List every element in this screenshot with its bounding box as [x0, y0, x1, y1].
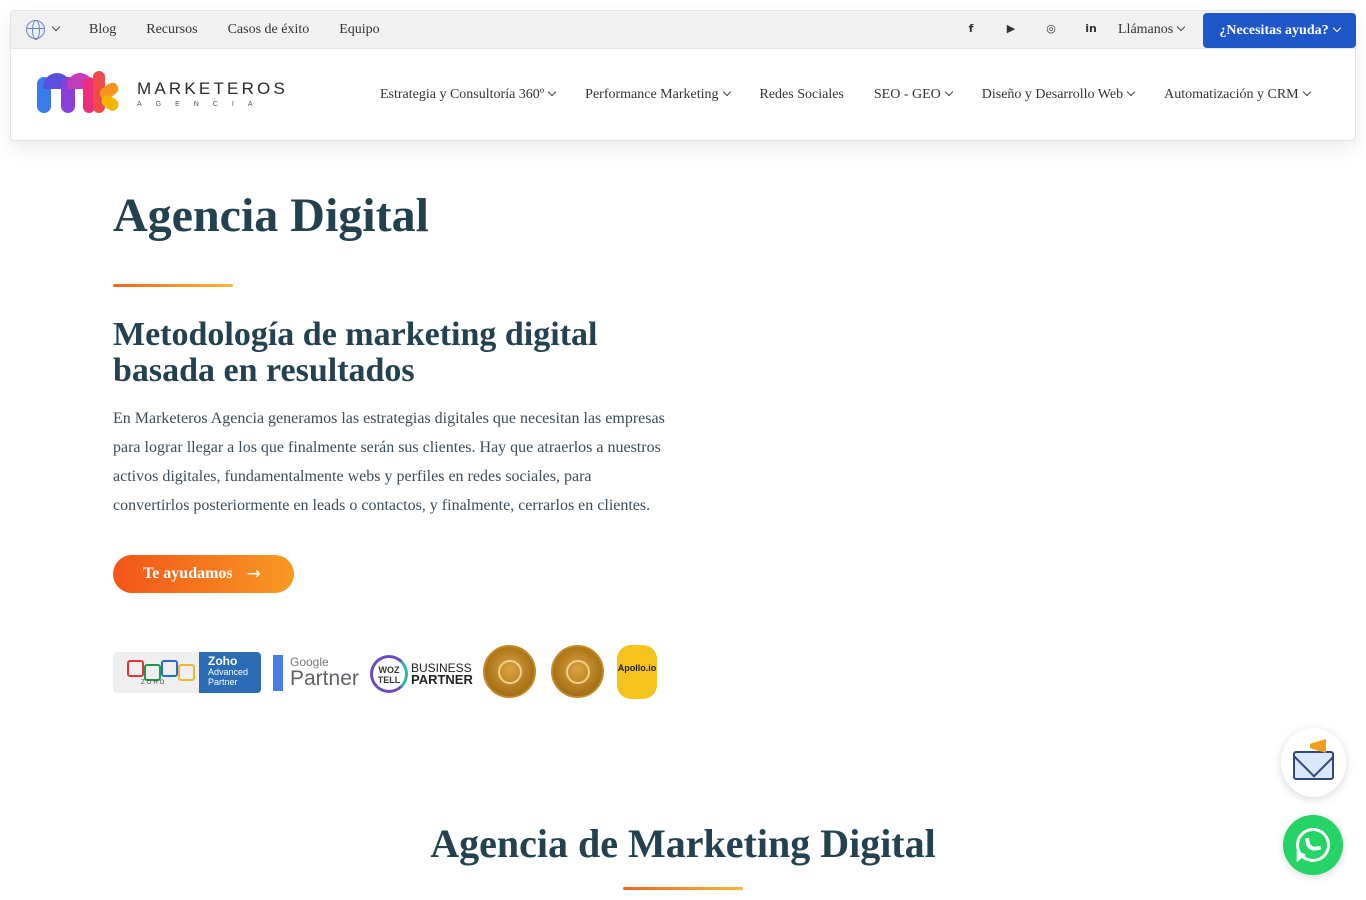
nav-estrategia-label: Estrategia y Consultoría 360º	[380, 87, 545, 102]
nav-redes-label: Redes Sociales	[759, 87, 844, 102]
google-line2: Partner	[290, 667, 359, 690]
brand-sub: AGENCIA	[137, 100, 267, 108]
brand-text: MARKETEROS AGENCIA	[137, 79, 288, 108]
chevron-down-icon	[547, 87, 557, 97]
award-seal-2	[551, 645, 604, 698]
linkedin-icon[interactable]: in	[1071, 22, 1111, 35]
chevron-down-icon	[944, 87, 954, 97]
top-bar: Blog Recursos Casos de éxito Equipo f ▶ …	[11, 11, 1356, 49]
nav-estrategia[interactable]: Estrategia y Consultoría 360º	[380, 87, 557, 103]
zoho-title: Zoho	[208, 654, 238, 668]
google-partner-badge: Google Partner	[273, 655, 359, 691]
nav-performance[interactable]: Performance Marketing	[585, 87, 731, 103]
chevron-down-icon	[722, 87, 731, 97]
brand-name: MARKETEROS	[137, 78, 289, 98]
site-header: Blog Recursos Casos de éxito Equipo f ▶ …	[10, 10, 1356, 141]
call-menu[interactable]: Llámanos	[1118, 22, 1186, 38]
site-logo[interactable]: MARKETEROS AGENCIA	[35, 71, 288, 115]
nav-diseno-label: Diseño y Desarrollo Web	[981, 87, 1124, 102]
chevron-down-icon	[1302, 87, 1311, 97]
chevron-down-icon	[51, 22, 61, 31]
top-nav-equipo[interactable]: Equipo	[339, 22, 379, 38]
instagram-icon[interactable]: ◎	[1031, 22, 1071, 35]
nav-seo-geo[interactable]: SEO - GEO	[873, 87, 954, 103]
apollo-partner-badge: Apollo.io	[617, 645, 657, 699]
award-seal-1	[483, 645, 536, 698]
nav-automatizacion-label: Automatización y CRM	[1164, 87, 1299, 102]
envelope-icon	[1293, 751, 1334, 780]
nav-seo-label: SEO - GEO	[873, 87, 941, 102]
cta-label: Te ayudamos	[143, 565, 233, 582]
woztell-partner-badge: WOZ TELL BUSINESS PARTNER	[370, 655, 473, 693]
chevron-down-icon	[1126, 87, 1136, 97]
zoho-line2: Advanced	[208, 667, 249, 677]
zoho-partner-badge: ZOHO Zoho Advanced Partner	[113, 652, 261, 693]
title-underline	[113, 284, 233, 287]
help-button[interactable]: ¿Necesitas ayuda?	[1203, 13, 1356, 48]
nav-performance-label: Performance Marketing	[585, 87, 719, 102]
section-title-underline	[623, 887, 743, 890]
hero-paragraph: En Marketeros Agencia generamos las estr…	[113, 410, 665, 514]
globe-icon	[26, 20, 45, 40]
top-nav-casos[interactable]: Casos de éxito	[228, 22, 310, 38]
newsletter-button[interactable]	[1281, 728, 1346, 797]
mk-logo-mark	[35, 71, 121, 115]
whatsapp-button[interactable]	[1283, 815, 1343, 875]
language-selector[interactable]	[26, 20, 61, 40]
woztell-logo: WOZ TELL	[370, 655, 408, 693]
arrow-right-icon: →	[246, 564, 261, 584]
top-nav: Blog Recursos Casos de éxito Equipo	[89, 22, 410, 38]
hero-subtitle: Metodología de marketing digital basada …	[113, 316, 598, 389]
chevron-down-icon	[1332, 23, 1341, 32]
chevron-down-icon	[1176, 22, 1186, 32]
cta-button[interactable]: Te ayudamos →	[113, 555, 294, 593]
woz-line2: PARTNER	[411, 672, 473, 687]
facebook-icon[interactable]: f	[951, 22, 991, 35]
social-links: f ▶ ◎ in	[951, 22, 1111, 35]
hero-title: Agencia Digital	[113, 189, 429, 242]
call-label: Llámanos	[1118, 22, 1174, 37]
nav-redes-sociales[interactable]: Redes Sociales	[760, 87, 844, 103]
top-nav-blog[interactable]: Blog	[89, 22, 116, 38]
help-label: ¿Necesitas ayuda?	[1219, 22, 1329, 38]
nav-diseno-web[interactable]: Diseño y Desarrollo Web	[981, 87, 1136, 103]
youtube-icon[interactable]: ▶	[991, 22, 1031, 35]
nav-automatizacion[interactable]: Automatización y CRM	[1164, 87, 1311, 103]
top-nav-recursos[interactable]: Recursos	[146, 22, 197, 38]
zoho-word: ZOHO	[141, 680, 167, 686]
zoho-line3: Partner	[208, 677, 238, 687]
section-title: Agencia de Marketing Digital	[430, 821, 936, 866]
main-nav: Estrategia y Consultoría 360º Performanc…	[380, 87, 1311, 103]
